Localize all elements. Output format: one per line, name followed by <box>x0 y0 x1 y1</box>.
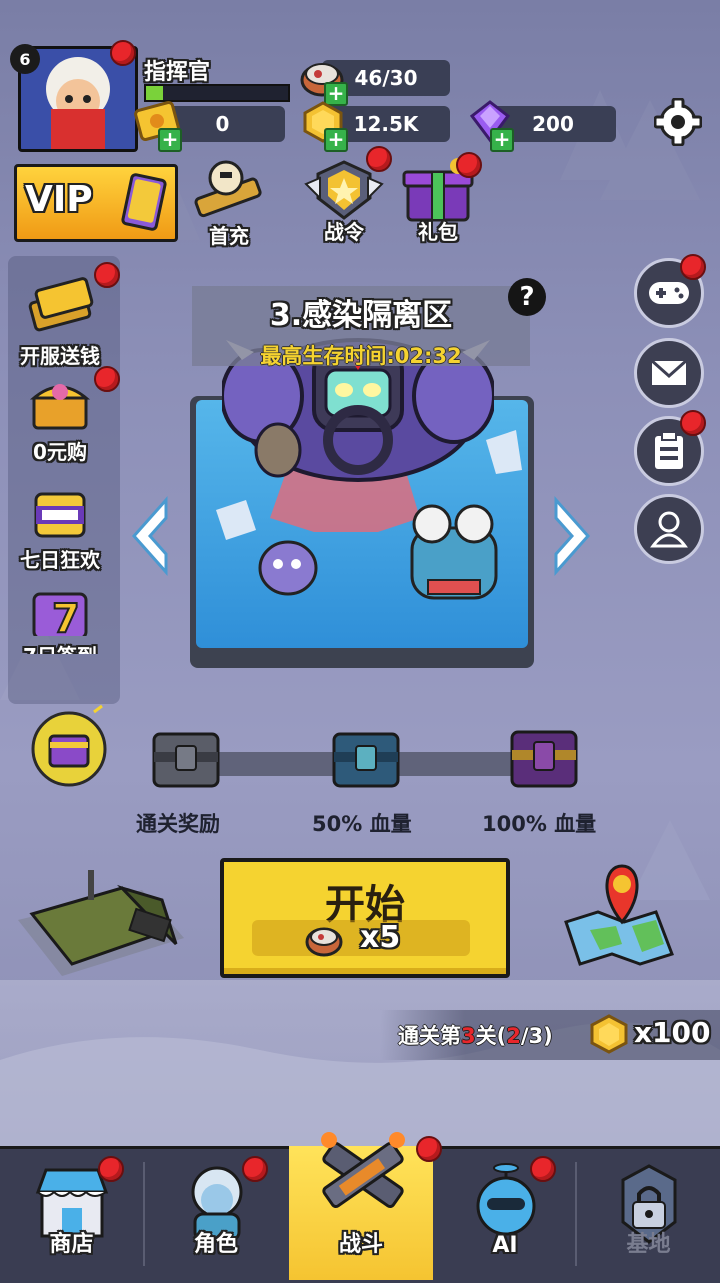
clear-progress-stage: 3 <box>461 1024 476 1048</box>
friends-people-icon <box>650 511 688 548</box>
first-charge-label: 首充 <box>209 224 249 248</box>
treasure-chest-icon <box>29 384 91 430</box>
prev-stage-arrow-icon[interactable] <box>126 496 170 576</box>
seven-day-checkin-label: 7日签到 <box>10 640 110 654</box>
next-stage-arrow-icon[interactable] <box>552 496 596 576</box>
clear-reward-amount: x100 <box>634 1016 711 1049</box>
armored-truck-icon[interactable] <box>12 860 188 990</box>
seven-day-carnival-button[interactable]: 七日狂欢 <box>10 484 110 573</box>
energy-value: 46/30 <box>354 66 418 90</box>
nav-base-label: 基地 <box>626 1232 671 1257</box>
character-notification-dot <box>242 1156 268 1182</box>
stage-best-time: 最高生存时间:02:32 <box>260 344 462 368</box>
battle-pass-notification-dot <box>366 146 392 172</box>
stage-help-button[interactable]: ? <box>508 278 546 316</box>
player-level-badge: 6 <box>10 44 40 74</box>
zero-yuan-notification-dot <box>94 366 120 392</box>
seven-day-checkin-button[interactable]: 7 7日签到 <box>10 586 110 654</box>
clear-progress-mid: 关( <box>475 1024 507 1048</box>
mail-button[interactable] <box>634 338 704 408</box>
reward-label-half-hp: 50% 血量 <box>312 812 412 836</box>
zero-yuan-buy-button[interactable]: 0元购 <box>10 376 110 465</box>
reward-label-full-hp: 100% 血量 <box>482 812 597 836</box>
server-gift-notification-dot <box>94 262 120 288</box>
vip-button[interactable]: VIP <box>14 164 178 242</box>
friends-button[interactable] <box>634 494 704 564</box>
vip-card-icon <box>121 173 167 231</box>
clear-progress-done: 2 <box>506 1024 521 1048</box>
clear-progress-total: /3) <box>520 1024 553 1048</box>
seven-day-carnival-label: 七日狂欢 <box>20 548 100 572</box>
player-exp-fill <box>146 86 164 100</box>
nav-ai-label: AI <box>492 1233 518 1258</box>
shop-notification-dot <box>98 1156 124 1182</box>
player-name: 指挥官 <box>144 60 211 85</box>
zero-yuan-buy-label: 0元购 <box>33 440 87 464</box>
gamepad-icon <box>649 282 689 304</box>
start-cost-food-icon <box>305 927 343 957</box>
money-stack-icon <box>28 277 94 332</box>
task-board-notification-dot <box>680 410 706 436</box>
gem-value: 200 <box>532 112 574 136</box>
settings-gear-icon[interactable] <box>654 98 702 146</box>
player-level: 6 <box>19 49 31 69</box>
gem-add-button[interactable]: + <box>490 128 514 152</box>
server-gift-label: 开服送钱 <box>20 344 100 368</box>
ai-robot-icon <box>476 1163 536 1236</box>
start-cost-value: x5 <box>360 920 401 955</box>
gift-pack-label: 礼包 <box>418 220 458 244</box>
nav-battle[interactable]: 战斗 <box>289 1132 433 1280</box>
ai-notification-dot <box>530 1156 556 1182</box>
first-charge-button[interactable]: 首充 <box>186 154 272 250</box>
mail-envelope-icon <box>650 358 688 387</box>
help-icon: ? <box>519 282 535 312</box>
game-center-notification-dot <box>680 254 706 280</box>
avatar-notification-dot <box>110 40 136 66</box>
clear-reward-coin-icon <box>590 1014 628 1054</box>
reward-chest-blue-icon[interactable] <box>330 724 404 792</box>
ticket-add-button[interactable]: + <box>158 128 182 152</box>
battle-crossed-guns-icon <box>321 1132 405 1209</box>
start-button[interactable]: 开始 x5 <box>220 858 510 978</box>
clipboard-icon <box>655 431 683 469</box>
reward-chest-purple-icon[interactable] <box>508 722 582 792</box>
vip-label: VIP <box>25 179 93 220</box>
battle-pass-label: 战令 <box>324 220 364 244</box>
gift-notification-dot <box>456 152 482 178</box>
world-map-icon[interactable] <box>560 860 676 970</box>
svg-text:7: 7 <box>52 596 80 636</box>
first-charge-weapon-icon <box>194 160 262 218</box>
reward-chest-gray-icon[interactable] <box>150 724 224 792</box>
reward-label-clear: 通关奖励 <box>136 812 220 836</box>
carnival-pack-icon <box>34 492 86 538</box>
calendar-seven-icon: 7 <box>32 592 88 643</box>
gold-add-button[interactable]: + <box>324 128 348 152</box>
nav-base-locked[interactable]: 基地 <box>577 1148 720 1280</box>
clear-progress-text: 通关第3关(2/3) <box>398 1020 553 1050</box>
ticket-value: 0 <box>215 112 230 136</box>
nav-shop-label: 商店 <box>49 1232 94 1257</box>
clear-progress-prefix: 通关第 <box>398 1024 461 1048</box>
reward-chest-badge-icon[interactable] <box>24 702 114 788</box>
nav-battle-label: 战斗 <box>338 1232 383 1257</box>
nav-character-label: 角色 <box>193 1232 238 1257</box>
stage-title: 3.感染隔离区 <box>269 298 453 333</box>
gold-value: 12.5K <box>353 112 419 136</box>
